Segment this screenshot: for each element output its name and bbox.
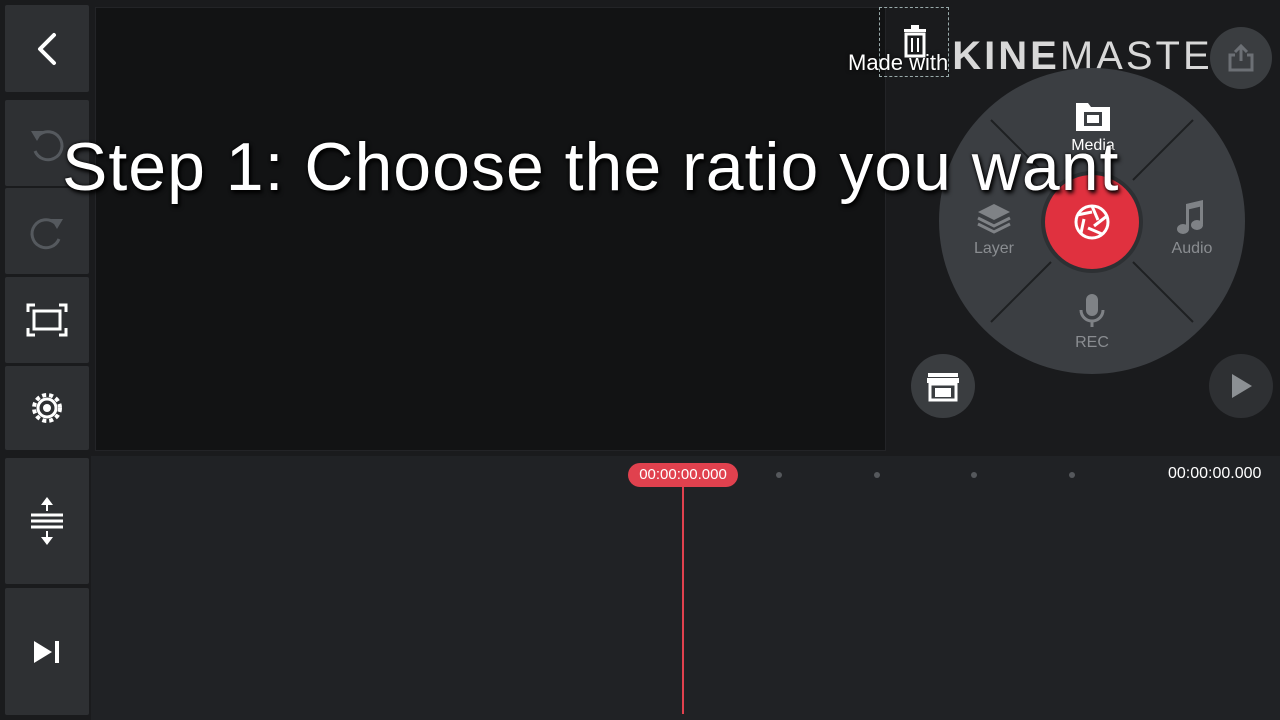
back-icon (38, 32, 56, 65)
play-icon (1232, 374, 1252, 398)
audio-icon[interactable] (1176, 200, 1208, 236)
rec-label[interactable]: REC (1042, 334, 1142, 352)
timeline-area[interactable] (91, 456, 1280, 720)
timeline-tick (1069, 472, 1075, 478)
skip-to-end-button[interactable] (5, 588, 89, 715)
camera-shutter-icon (1074, 204, 1110, 240)
timeline-tick (971, 472, 977, 478)
expand-tracks-icon (31, 497, 63, 545)
end-timecode: 00:00:00.000 (1168, 465, 1262, 482)
microphone-icon[interactable] (1078, 292, 1106, 330)
fit-screen-button[interactable] (5, 277, 89, 363)
redo-icon (30, 218, 63, 250)
video-preview[interactable] (95, 7, 886, 451)
expand-tracks-button[interactable] (5, 458, 89, 584)
gear-icon (32, 393, 62, 423)
layer-icon[interactable] (976, 202, 1012, 236)
audio-label[interactable]: Audio (1142, 240, 1242, 258)
back-button[interactable] (5, 5, 89, 92)
skip-to-end-icon (34, 640, 59, 663)
settings-button[interactable] (5, 366, 89, 450)
trash-icon[interactable] (900, 24, 930, 58)
store-icon (927, 373, 959, 402)
layer-label[interactable]: Layer (944, 240, 1044, 258)
timeline-tick (776, 472, 782, 478)
timeline-tick (874, 472, 880, 478)
asset-store-button[interactable] (911, 354, 975, 418)
tutorial-caption: Step 1: Choose the ratio you want (62, 129, 1120, 205)
fit-screen-icon (26, 303, 68, 337)
play-button[interactable] (1209, 354, 1273, 418)
playhead-timecode[interactable]: 00:00:00.000 (628, 463, 738, 487)
playhead-line[interactable] (682, 487, 684, 714)
